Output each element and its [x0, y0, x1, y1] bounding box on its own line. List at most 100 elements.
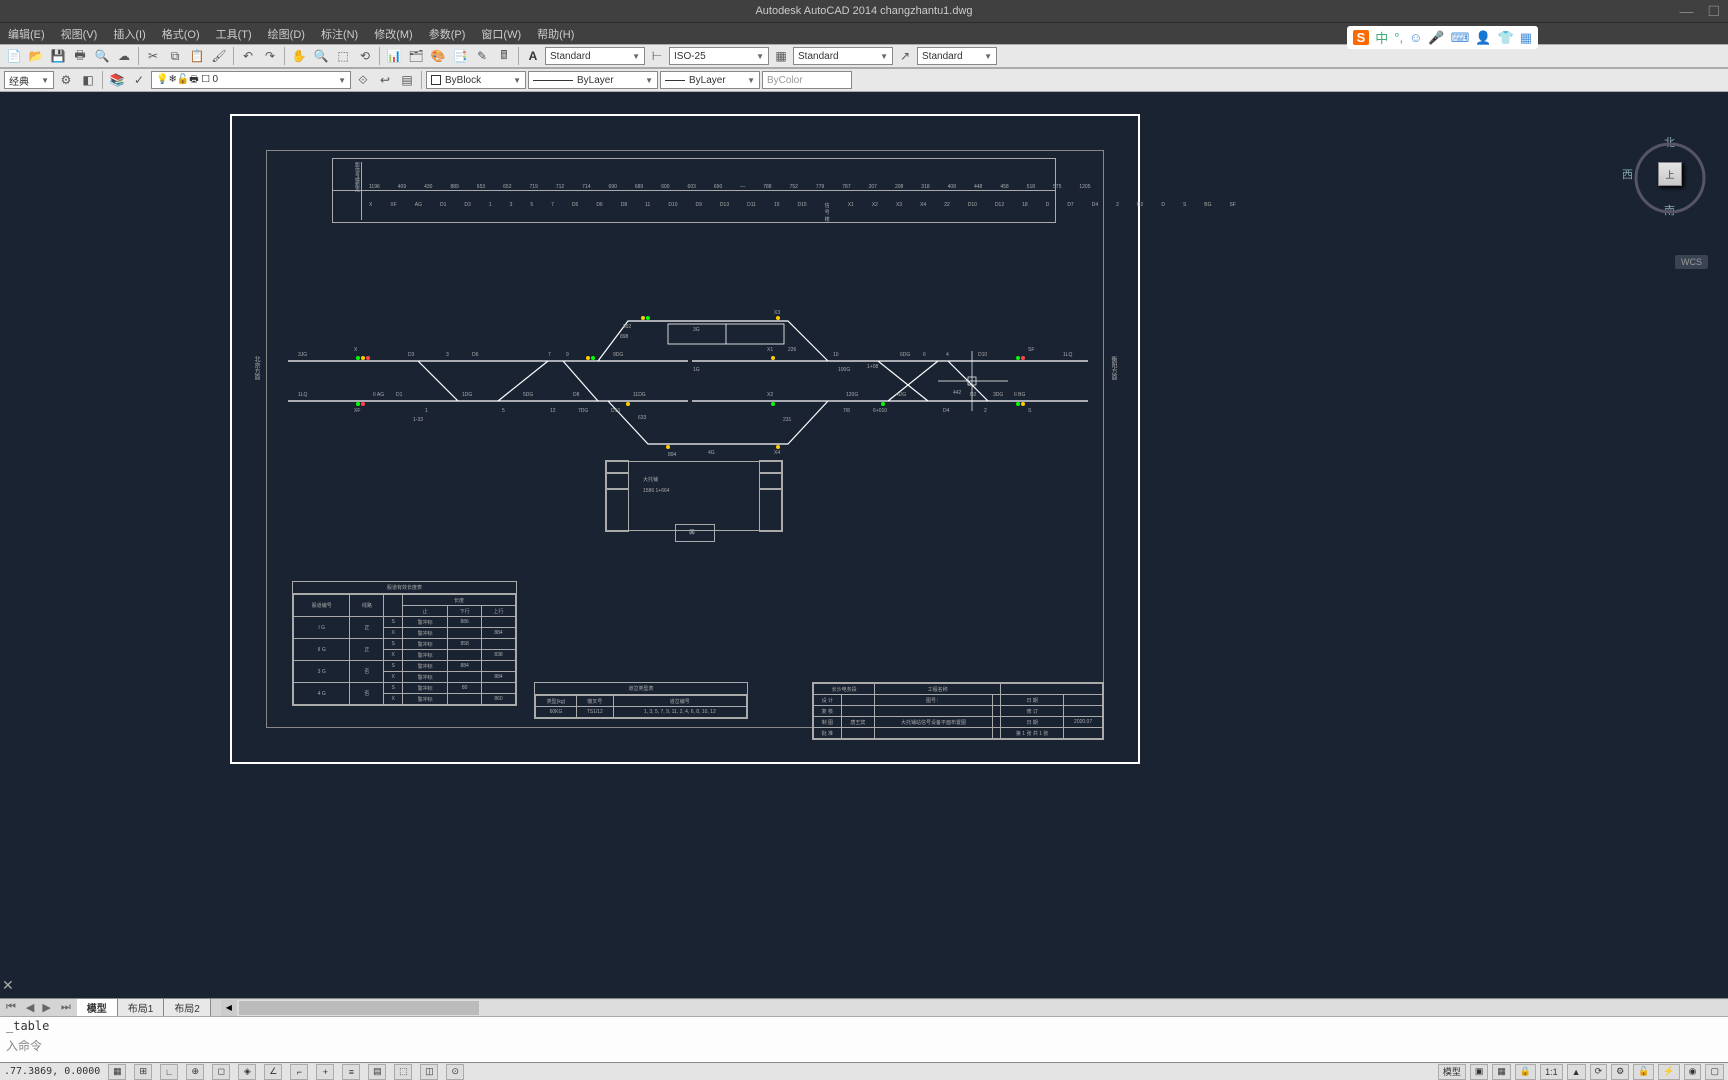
maximize-button[interactable]: ☐: [1707, 3, 1720, 20]
toolpalette-icon[interactable]: 🎨: [428, 46, 448, 66]
cleanscreen-icon[interactable]: ▢: [1705, 1064, 1724, 1080]
annoscale-icon[interactable]: 🔒: [1515, 1064, 1536, 1080]
svg-text:S: S: [1028, 408, 1032, 414]
preview-icon[interactable]: 🔍: [92, 46, 112, 66]
menu-insert[interactable]: 插入(I): [113, 26, 145, 42]
tab-layout2[interactable]: 布局2: [164, 999, 211, 1016]
undo-icon[interactable]: ↶: [238, 46, 258, 66]
qp-icon[interactable]: ⬚: [394, 1064, 412, 1080]
annovis-icon[interactable]: ▲: [1567, 1064, 1586, 1080]
scroll-left-icon[interactable]: ◀: [221, 1000, 237, 1016]
drawing-area[interactable]: 距信号楼距离 119640943088965365271971271469068…: [0, 110, 1728, 990]
command-line[interactable]: _table 入命令: [0, 1016, 1728, 1062]
h-scrollbar[interactable]: ◀: [221, 1000, 1728, 1016]
menu-parametric[interactable]: 参数(P): [429, 26, 466, 42]
tab-nav-prev-icon[interactable]: ◀: [22, 1001, 38, 1014]
layer-prev-icon[interactable]: ↩: [375, 70, 395, 90]
grid-toggle-icon[interactable]: ⊞: [134, 1064, 152, 1080]
modelspace-toggle[interactable]: 模型: [1438, 1064, 1466, 1080]
annotation-scale[interactable]: 1:1: [1540, 1064, 1563, 1080]
menu-tools[interactable]: 工具(T): [216, 26, 252, 42]
tab-model[interactable]: 模型: [77, 999, 118, 1016]
workspace-save-icon[interactable]: ◧: [78, 70, 98, 90]
color-combo[interactable]: ByBlock▼: [426, 71, 526, 89]
pan-icon[interactable]: ✋: [289, 46, 309, 66]
layer-states-icon[interactable]: ✓: [129, 70, 149, 90]
save-icon[interactable]: 💾: [48, 46, 68, 66]
menu-dimension[interactable]: 标注(N): [321, 26, 358, 42]
tab-nav-last-icon[interactable]: ⏭: [55, 1001, 77, 1014]
ducs-icon[interactable]: ⌐: [290, 1064, 308, 1080]
layer-iso-icon[interactable]: ▤: [397, 70, 417, 90]
props-icon[interactable]: 📊: [384, 46, 404, 66]
toolbar-lock-icon[interactable]: 🔓: [1633, 1064, 1654, 1080]
3dosnap-icon[interactable]: ◈: [238, 1064, 256, 1080]
menu-modify[interactable]: 修改(M): [374, 26, 413, 42]
layer-match-icon[interactable]: ⟐: [353, 70, 373, 90]
layer-combo[interactable]: 💡❄🔓🖶 ☐ 0▼: [151, 71, 351, 89]
snap-icon[interactable]: ▦: [108, 1064, 126, 1080]
mleader-style-icon[interactable]: ↗: [895, 46, 915, 66]
match-icon[interactable]: 🖌: [209, 46, 229, 66]
workspace-combo[interactable]: 经典▼: [4, 71, 54, 89]
ortho-icon[interactable]: ∟: [160, 1064, 178, 1080]
publish-icon[interactable]: ☁: [114, 46, 134, 66]
layer-manager-icon[interactable]: 📚: [107, 70, 127, 90]
cut-icon[interactable]: ✂: [143, 46, 163, 66]
paste-icon[interactable]: 📋: [187, 46, 207, 66]
otrack-icon[interactable]: ∠: [264, 1064, 282, 1080]
menu-format[interactable]: 格式(O): [162, 26, 200, 42]
open-icon[interactable]: 📂: [26, 46, 46, 66]
lineweight-combo[interactable]: ByLayer▼: [660, 71, 760, 89]
scroll-thumb[interactable]: [239, 1001, 479, 1015]
ime-badge[interactable]: S 中 °, ☺ 🎤 ⌨ 👤 👕 ▦: [1347, 26, 1538, 49]
text-style-combo[interactable]: Standard▼: [545, 47, 645, 65]
dyn-icon[interactable]: +: [316, 1064, 334, 1080]
osnap-icon[interactable]: ◻: [212, 1064, 230, 1080]
print-icon[interactable]: 🖶: [70, 46, 90, 66]
plotstyle-combo[interactable]: ByColor: [762, 71, 852, 89]
view-cube[interactable]: 北 西 南 上: [1628, 130, 1708, 220]
zoomwin-icon[interactable]: ⬚: [333, 46, 353, 66]
text-style-icon[interactable]: A: [523, 46, 543, 66]
tab-layout1[interactable]: 布局1: [118, 999, 165, 1016]
copy-icon[interactable]: ⧉: [165, 46, 185, 66]
sheet-icon[interactable]: 📑: [450, 46, 470, 66]
quickview-layouts-icon[interactable]: ▣: [1470, 1064, 1489, 1080]
workspace-settings-icon[interactable]: ⚙: [56, 70, 76, 90]
menu-help[interactable]: 帮助(H): [537, 26, 574, 42]
table-style-icon[interactable]: ▦: [771, 46, 791, 66]
markup-icon[interactable]: ✎: [472, 46, 492, 66]
viewport-close[interactable]: ✕: [2, 977, 14, 994]
menu-window[interactable]: 窗口(W): [481, 26, 521, 42]
wcs-label[interactable]: WCS: [1675, 255, 1708, 269]
menu-view[interactable]: 视图(V): [61, 26, 98, 42]
zoomprev-icon[interactable]: ⟲: [355, 46, 375, 66]
redo-icon[interactable]: ↷: [260, 46, 280, 66]
dim-style-icon[interactable]: ⊢: [647, 46, 667, 66]
table-style-combo[interactable]: Standard▼: [793, 47, 893, 65]
minimize-button[interactable]: —: [1679, 3, 1693, 20]
menu-edit[interactable]: 编辑(E): [8, 26, 45, 42]
annoauto-icon[interactable]: ⟳: [1590, 1064, 1608, 1080]
dim-style-combo[interactable]: ISO-25▼: [669, 47, 769, 65]
designcenter-icon[interactable]: 🗂: [406, 46, 426, 66]
lwt-icon[interactable]: ≡: [342, 1064, 360, 1080]
am-icon[interactable]: ⊙: [446, 1064, 464, 1080]
zoom-icon[interactable]: 🔍: [311, 46, 331, 66]
tpy-icon[interactable]: ▤: [368, 1064, 386, 1080]
menu-draw[interactable]: 绘图(D): [268, 26, 305, 42]
isolate-icon[interactable]: ◉: [1684, 1064, 1702, 1080]
quickcalc-icon[interactable]: 🖩: [494, 46, 514, 66]
quickview-drawings-icon[interactable]: ▦: [1492, 1064, 1511, 1080]
workspace-switch-icon[interactable]: ⚙: [1611, 1064, 1629, 1080]
tab-nav-first-icon[interactable]: ⏮: [0, 1001, 22, 1014]
hardware-accel-icon[interactable]: ⚡: [1658, 1064, 1679, 1080]
mleader-style-combo[interactable]: Standard▼: [917, 47, 997, 65]
sc-icon[interactable]: ◫: [420, 1064, 438, 1080]
new-icon[interactable]: 📄: [4, 46, 24, 66]
polar-icon[interactable]: ⊕: [186, 1064, 204, 1080]
command-prompt[interactable]: 入命令: [0, 1035, 1728, 1056]
linetype-combo[interactable]: ByLayer▼: [528, 71, 658, 89]
tab-nav-next-icon[interactable]: ▶: [38, 1001, 54, 1014]
